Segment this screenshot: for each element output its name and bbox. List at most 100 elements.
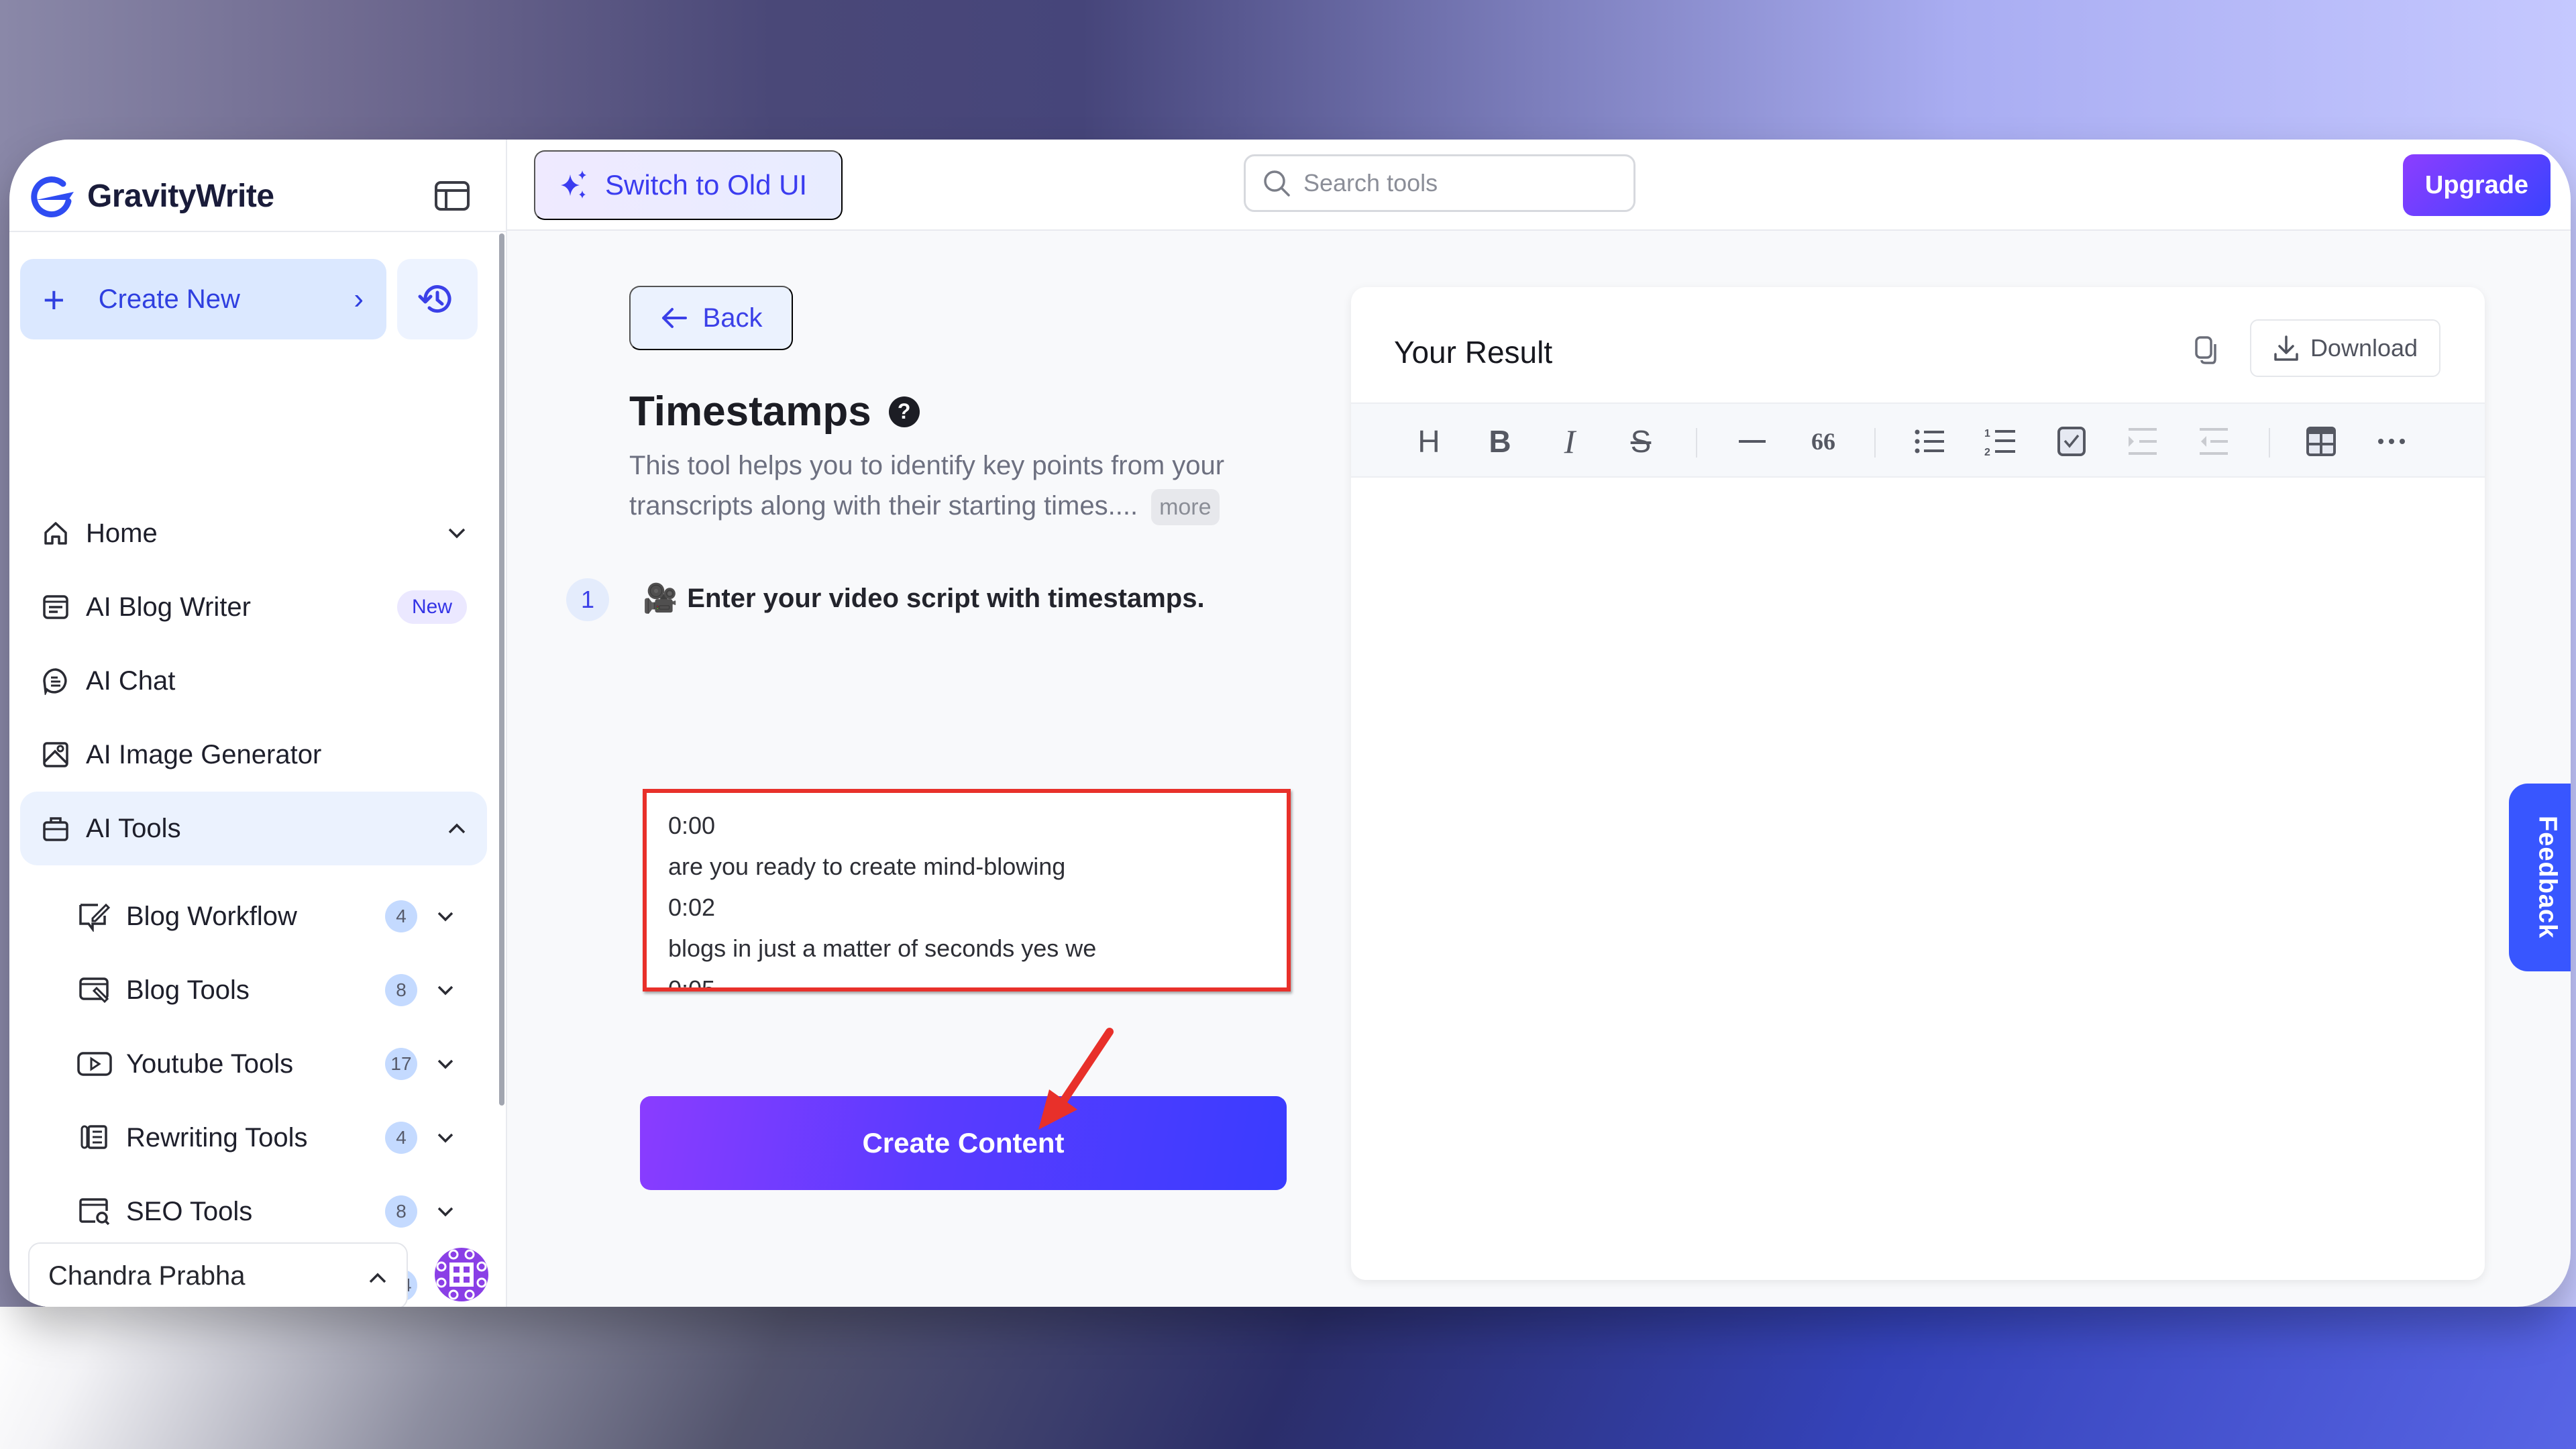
search-input[interactable] [1303,169,1612,197]
history-button[interactable] [397,259,478,339]
sidebar-item-ai-tools[interactable]: AI Tools [20,792,487,865]
count-badge: 4 [385,1122,417,1154]
sub-item-label: Rewriting Tools [126,1122,308,1152]
chevron-down-icon[interactable] [432,1124,459,1151]
annotation-arrow-icon [1038,1028,1114,1130]
strikethrough-button[interactable]: S [1622,423,1660,460]
user-name: Chandra Prabha [48,1260,246,1291]
copy-button[interactable] [2187,331,2224,369]
sidebar-item-ai-blog-writer[interactable]: AI Blog Writer New [20,570,487,644]
app-window: GravityWrite + Create New › Home AI Blog… [9,140,2571,1307]
sidebar-item-label: AI Chat [86,665,176,696]
italic-icon: I [1564,423,1576,460]
avatar-pattern-icon [435,1248,488,1301]
chevron-up-icon [368,1261,388,1291]
step-label: 🎥 Enter your video script with timestamp… [643,582,1205,615]
ordered-list-button[interactable]: 12 [1982,423,2019,460]
sub-item-youtube-tools[interactable]: Youtube Tools 17 [76,1032,479,1096]
rewrite-icon [76,1122,113,1153]
sidebar-item-home[interactable]: Home [20,496,487,570]
count-badge: 17 [385,1048,417,1080]
background-bottom [0,1307,2576,1449]
blockquote-button[interactable]: 66 [1805,423,1842,460]
blog-edit-icon [76,975,113,1006]
sub-item-label: Blog Tools [126,975,250,1005]
heading-button[interactable]: H [1410,423,1448,460]
indent-icon [2129,428,2157,455]
chevron-down-icon[interactable] [432,903,459,930]
create-new-button[interactable]: + Create New › [20,259,386,339]
tool-title-text: Timestamps [629,388,871,435]
sub-item-seo-tools[interactable]: SEO Tools 8 [76,1179,479,1244]
sub-item-rewriting-tools[interactable]: Rewriting Tools 4 [76,1106,479,1170]
result-panel: Your Result Download H B I S 66 12 [1351,287,2485,1280]
switch-ui-label: Switch to Old UI [605,169,808,201]
upgrade-button[interactable]: Upgrade [2403,154,2551,216]
download-label: Download [2310,334,2418,362]
tool-title: Timestamps ? [629,388,920,435]
chevron-up-icon [447,822,467,835]
gravitywrite-logo-icon [31,176,74,218]
download-button[interactable]: Download [2250,319,2440,377]
help-icon[interactable]: ? [888,396,920,427]
toolbox-icon [40,813,71,844]
task-list-button[interactable] [2053,423,2090,460]
chevron-right-icon: › [354,282,364,315]
horizontal-rule-button[interactable] [1733,423,1771,460]
checkbox-icon [2057,427,2086,456]
user-account-select[interactable]: Chandra Prabha [28,1242,408,1307]
more-button[interactable]: more [1151,489,1220,525]
download-icon [2274,335,2298,361]
more-options-button[interactable] [2373,423,2411,460]
ordered-list-icon: 12 [1984,428,2015,457]
layout-toggle-button[interactable] [424,168,480,224]
svg-text:2: 2 [1984,447,1990,457]
switch-to-old-ui-button[interactable]: Switch to Old UI [534,150,843,220]
sidebar-scrollbar[interactable] [499,233,504,1106]
sidebar-layout-icon [435,181,470,211]
edit-message-icon [76,901,113,932]
bullet-list-icon [1915,429,1944,453]
plus-icon: + [43,278,65,321]
chevron-down-icon[interactable] [432,1051,459,1077]
top-bar: Switch to Old UI Upgrade [507,140,2571,231]
toolbar-divider [1874,428,1876,458]
chevron-down-icon[interactable] [432,977,459,1004]
search-icon [1264,170,1290,197]
outdent-button[interactable] [2195,423,2233,460]
sparkle-icon [561,170,586,199]
count-badge: 8 [385,1195,417,1228]
sidebar-item-label: Home [86,518,158,548]
bullet-list-button[interactable] [1911,423,1948,460]
count-badge: 4 [385,900,417,932]
sub-item-blog-workflow[interactable]: Blog Workflow 4 [76,884,479,949]
heading-icon: H [1417,424,1440,459]
chevron-down-icon [447,527,467,540]
ellipsis-icon [2378,439,2405,444]
outdent-icon [2200,428,2228,455]
brand-logo[interactable]: GravityWrite [24,162,274,229]
arrow-left-icon [661,308,687,328]
create-content-button[interactable]: Create Content [640,1096,1287,1190]
avatar[interactable] [433,1246,490,1303]
new-badge: New [396,590,467,624]
result-title: Your Result [1394,335,1553,370]
feedback-label: Feedback [2533,816,2562,939]
search-box[interactable] [1244,154,1635,212]
brand-name: GravityWrite [87,178,274,214]
blockquote-icon: 66 [1811,428,1835,455]
feedback-tab[interactable]: Feedback [2509,784,2571,971]
chevron-down-icon[interactable] [432,1198,459,1225]
table-button[interactable] [2302,423,2340,460]
bold-button[interactable]: B [1481,423,1519,460]
back-button[interactable]: Back [629,286,793,350]
italic-button[interactable]: I [1551,423,1589,460]
indent-button[interactable] [2124,423,2161,460]
sidebar-item-ai-image-generator[interactable]: AI Image Generator [20,718,487,792]
sidebar-item-label: AI Blog Writer [86,592,251,622]
sidebar-item-ai-chat[interactable]: AI Chat [20,644,487,718]
tool-description-text: This tool helps you to identify key poin… [629,451,1225,521]
sidebar-divider [9,231,507,232]
video-script-textarea[interactable] [647,793,1287,987]
sub-item-blog-tools[interactable]: Blog Tools 8 [76,958,479,1022]
